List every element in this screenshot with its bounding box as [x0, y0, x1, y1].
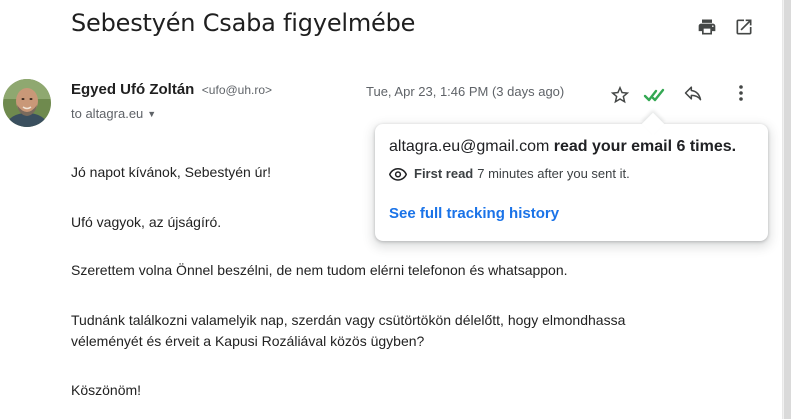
print-icon[interactable] — [697, 17, 717, 37]
reader-email: altagra.eu@gmail.com — [389, 138, 550, 155]
caret-down-icon[interactable]: ▼ — [147, 109, 156, 119]
body-paragraph: véleményét és érveit a Kapusi Rozáliával… — [71, 333, 425, 349]
tracking-history-link[interactable]: See full tracking history — [389, 205, 559, 222]
first-read-detail: 7 minutes after you sent it. — [477, 166, 630, 181]
recipient-label: to altagra.eu — [71, 106, 144, 121]
popover-arrow — [641, 112, 665, 136]
double-check-icon[interactable] — [643, 86, 669, 104]
sender-line: Egyed Ufó Zoltán <ufo@uh.ro> — [71, 81, 272, 99]
avatar[interactable] — [3, 79, 51, 127]
sender-name[interactable]: Egyed Ufó Zoltán — [71, 81, 194, 98]
body-paragraph: Ufó vagyok, az újságíró. — [71, 214, 222, 230]
star-icon[interactable] — [609, 84, 631, 106]
scrollbar[interactable] — [782, 0, 791, 419]
email-date: Tue, Apr 23, 1:46 PM (3 days ago) — [366, 84, 565, 99]
eye-icon — [389, 167, 407, 181]
more-vert-icon[interactable] — [733, 83, 749, 103]
sender-email: <ufo@uh.ro> — [201, 83, 273, 97]
body-paragraph: Szerettem volna Önnel beszélni, de nem t… — [71, 262, 568, 278]
body-paragraph: Tudnánk találkozni valamelyik nap, szerd… — [71, 312, 626, 328]
first-read-label: First read — [414, 166, 474, 181]
body-paragraph: Köszönöm! — [71, 382, 142, 398]
recipient-dropdown[interactable]: to altagra.eu ▼ — [71, 106, 156, 121]
open-in-new-window-icon[interactable] — [734, 17, 754, 37]
tracking-summary: altagra.eu@gmail.com read your email 6 t… — [389, 138, 736, 156]
tracking-popover: altagra.eu@gmail.com read your email 6 t… — [375, 112, 768, 241]
reply-icon[interactable] — [682, 83, 704, 103]
scrollbar-thumb[interactable] — [784, 0, 791, 419]
read-count-text: read your email 6 times. — [553, 138, 737, 155]
body-paragraph: Jó napot kívánok, Sebestyén úr! — [71, 164, 272, 180]
first-read-line: First read 7 minutes after you sent it. — [389, 166, 630, 181]
email-subject: Sebestyén Csaba figyelmébe — [71, 9, 416, 37]
